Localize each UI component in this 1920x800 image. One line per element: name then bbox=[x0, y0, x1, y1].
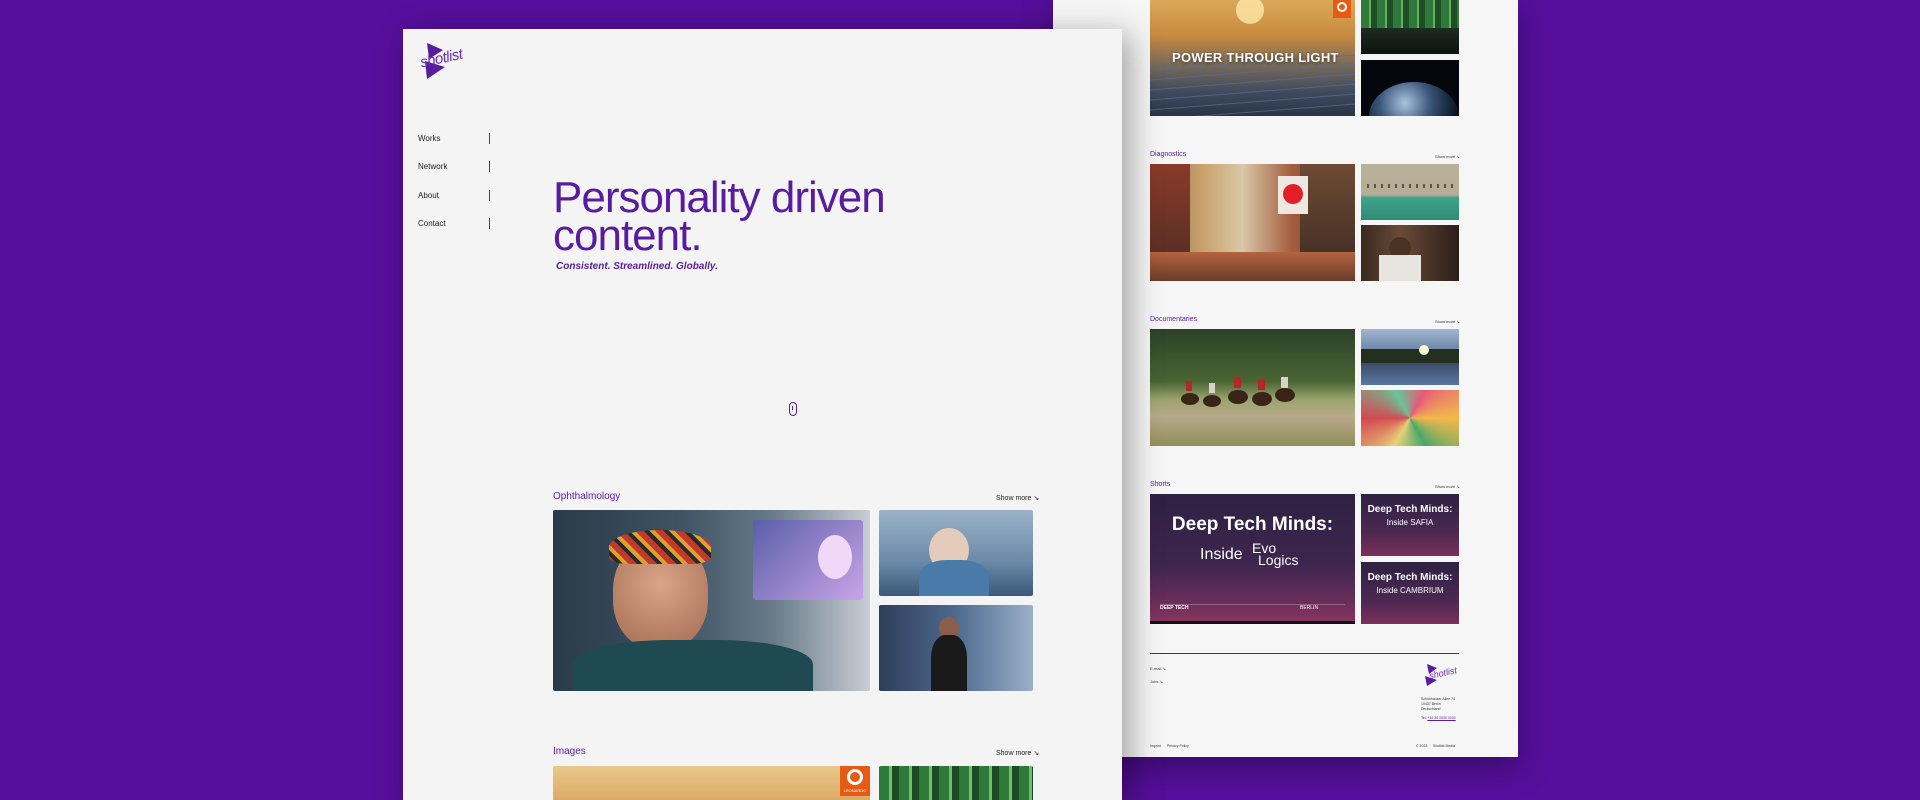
footer-phone: Tel. +49 30 0000 0000 bbox=[1421, 716, 1456, 720]
short-title: Deep Tech Minds: bbox=[1367, 504, 1453, 515]
green-building-thumbnail[interactable] bbox=[879, 766, 1033, 800]
leonardo-logo-icon bbox=[847, 769, 863, 785]
solar-thumbnail[interactable]: LEONARDO bbox=[553, 766, 870, 800]
tokyo-street-thumbnail[interactable] bbox=[1150, 164, 1355, 281]
short-cambrium-thumbnail[interactable]: Deep Tech Minds: Inside CAMBRIUM bbox=[1361, 562, 1459, 624]
address-line: Deutschland bbox=[1421, 707, 1441, 711]
scroll-mouse-icon bbox=[789, 402, 797, 416]
footer-divider bbox=[1150, 653, 1459, 654]
doctor-consult-thumbnail[interactable] bbox=[1361, 225, 1459, 281]
footer-credit: Shotlist Media bbox=[1433, 744, 1455, 748]
footer-privacy-link[interactable]: Privacy Policy bbox=[1167, 744, 1189, 748]
section-title-diagnostics: Diagnostics bbox=[1150, 151, 1187, 158]
riders-graphic bbox=[1181, 377, 1295, 407]
nav-item-works[interactable]: Works bbox=[418, 134, 441, 143]
show-more-link[interactable]: Show more ↘ bbox=[996, 749, 1039, 757]
short-title: Deep Tech Minds: bbox=[1171, 514, 1334, 535]
nav-item-contact[interactable]: Contact bbox=[418, 219, 446, 228]
berlin-footer-label: BERLIN bbox=[1300, 605, 1319, 611]
hero-title: Personality driven content. bbox=[553, 176, 973, 260]
footer-logo: shotlist bbox=[1421, 662, 1458, 688]
show-more-link[interactable]: Show more ↘ bbox=[1435, 154, 1460, 159]
show-more-link[interactable]: Show more ↘ bbox=[996, 494, 1039, 502]
painting-thumbnail[interactable] bbox=[1361, 390, 1459, 446]
hero-caption: POWER THROUGH LIGHT bbox=[1172, 50, 1339, 65]
short-subtitle: Inside SAFIA bbox=[1386, 518, 1434, 527]
back-page-mockup: POWER THROUGH LIGHT Diagnostics Show mor… bbox=[1053, 0, 1518, 757]
short-inside-label: Inside bbox=[1200, 546, 1243, 563]
footer-copyright: © 2023 bbox=[1416, 744, 1428, 748]
short-subtitle: Inside CAMBRIUM bbox=[1376, 586, 1444, 595]
eye-surgeon-thumbnail[interactable] bbox=[879, 510, 1033, 596]
logo-badge-icon bbox=[1333, 0, 1351, 18]
beach-aerial-thumbnail[interactable] bbox=[1361, 164, 1459, 220]
phone-prefix: Tel. bbox=[1421, 716, 1427, 720]
footer-imprint-link[interactable]: Imprint bbox=[1150, 744, 1161, 748]
japan-flag-icon bbox=[1283, 184, 1303, 204]
nav-item-network[interactable]: Network bbox=[418, 162, 447, 171]
site-logo[interactable]: shotlist bbox=[417, 41, 471, 83]
solar-hero-thumbnail[interactable]: POWER THROUGH LIGHT bbox=[1150, 0, 1355, 116]
nav-divider bbox=[489, 133, 490, 144]
surgeon-thumbnail[interactable] bbox=[553, 510, 870, 691]
footer-address: Schönhauser Allee 74 10437 Berlin Deutsc… bbox=[1421, 697, 1455, 712]
doctor-portrait-thumbnail[interactable] bbox=[879, 605, 1033, 691]
phone-link[interactable]: +49 30 0000 0000 bbox=[1427, 716, 1455, 720]
section-title-images: Images bbox=[553, 746, 586, 757]
footer-jobs-link[interactable]: Jobs ↘ bbox=[1150, 679, 1163, 684]
show-more-link[interactable]: Show more ↘ bbox=[1435, 484, 1460, 489]
evologics-logo-bottom: Logics bbox=[1258, 552, 1299, 568]
hero-title-line: content. bbox=[553, 211, 703, 260]
section-title-documentaries: Documentaries bbox=[1150, 316, 1198, 323]
nav-divider bbox=[489, 190, 490, 201]
short-title: Deep Tech Minds: bbox=[1367, 572, 1453, 583]
building-thumbnail[interactable] bbox=[1361, 0, 1459, 54]
nav-divider bbox=[489, 161, 490, 172]
footer-email-link[interactable]: E-mail ↘ bbox=[1150, 666, 1166, 671]
short-safia-thumbnail[interactable]: Deep Tech Minds: Inside SAFIA bbox=[1361, 494, 1459, 556]
show-more-link[interactable]: Show more ↘ bbox=[1435, 319, 1460, 324]
nav-item-about[interactable]: About bbox=[418, 191, 439, 200]
lake-sunset-thumbnail[interactable] bbox=[1361, 329, 1459, 385]
leonardo-badge: LEONARDO bbox=[840, 766, 870, 796]
horse-riders-thumbnail[interactable] bbox=[1150, 329, 1355, 446]
hero-subtitle: Consistent. Streamlined. Globally. bbox=[556, 261, 718, 272]
section-title-ophthalmology: Ophthalmology bbox=[553, 491, 621, 502]
earth-thumbnail[interactable] bbox=[1361, 60, 1459, 116]
short-evologics-thumbnail[interactable]: Deep Tech Minds: Inside Evo Logics DEEP … bbox=[1150, 494, 1355, 624]
deep-tech-footer-label: DEEP TECH bbox=[1160, 605, 1189, 611]
badge-text: LEONARDO bbox=[843, 788, 867, 793]
front-page-mockup: shotlist Works Network About Contact Per… bbox=[403, 29, 1122, 800]
nav-divider bbox=[489, 218, 490, 229]
section-title-shorts: Shorts bbox=[1150, 481, 1171, 488]
